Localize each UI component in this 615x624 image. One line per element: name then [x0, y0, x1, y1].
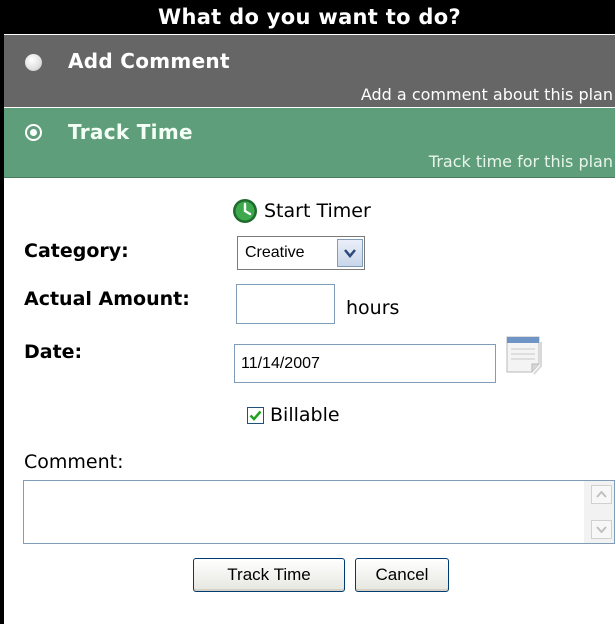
comment-label: Comment: — [24, 451, 124, 473]
scroll-up-icon[interactable] — [591, 485, 612, 504]
category-value: Creative — [245, 244, 305, 261]
track-time-panel: What do you want to do? Add Comment Add … — [0, 0, 615, 624]
cancel-button[interactable]: Cancel — [355, 558, 449, 592]
start-timer-label: Start Timer — [264, 200, 371, 222]
hours-unit-label: hours — [346, 297, 400, 319]
start-timer-link[interactable]: Start Timer — [232, 198, 371, 224]
track-time-button[interactable]: Track Time — [193, 558, 345, 592]
scroll-down-icon[interactable] — [591, 520, 612, 539]
category-label: Category: — [24, 240, 129, 262]
radio-add-comment[interactable] — [25, 54, 42, 71]
clock-icon — [233, 199, 257, 223]
add-comment-description: Add a comment about this plan — [360, 85, 613, 104]
comment-textarea[interactable] — [23, 480, 615, 544]
option-add-comment[interactable]: Add Comment Add a comment about this pla… — [4, 35, 615, 108]
date-label: Date: — [24, 341, 83, 363]
billable-toggle[interactable]: Billable — [247, 404, 340, 426]
actual-amount-input[interactable] — [236, 284, 335, 324]
calendar-icon[interactable] — [505, 334, 545, 376]
comment-scrollbar[interactable] — [584, 481, 614, 543]
track-time-title: Track Time — [68, 120, 193, 144]
track-time-description: Track time for this plan — [428, 152, 613, 171]
actual-amount-label: Actual Amount: — [24, 288, 190, 310]
category-select[interactable]: Creative — [237, 236, 365, 270]
option-track-time[interactable]: Track Time Track time for this plan — [4, 108, 615, 178]
billable-checkbox[interactable] — [247, 406, 264, 424]
checkmark-icon — [249, 410, 262, 421]
chevron-down-icon[interactable] — [337, 239, 363, 267]
billable-label: Billable — [270, 404, 340, 426]
add-comment-title: Add Comment — [68, 49, 230, 73]
date-input[interactable]: 11/14/2007 — [234, 344, 496, 383]
radio-track-time[interactable] — [25, 124, 42, 141]
panel-title: What do you want to do? — [4, 0, 615, 34]
